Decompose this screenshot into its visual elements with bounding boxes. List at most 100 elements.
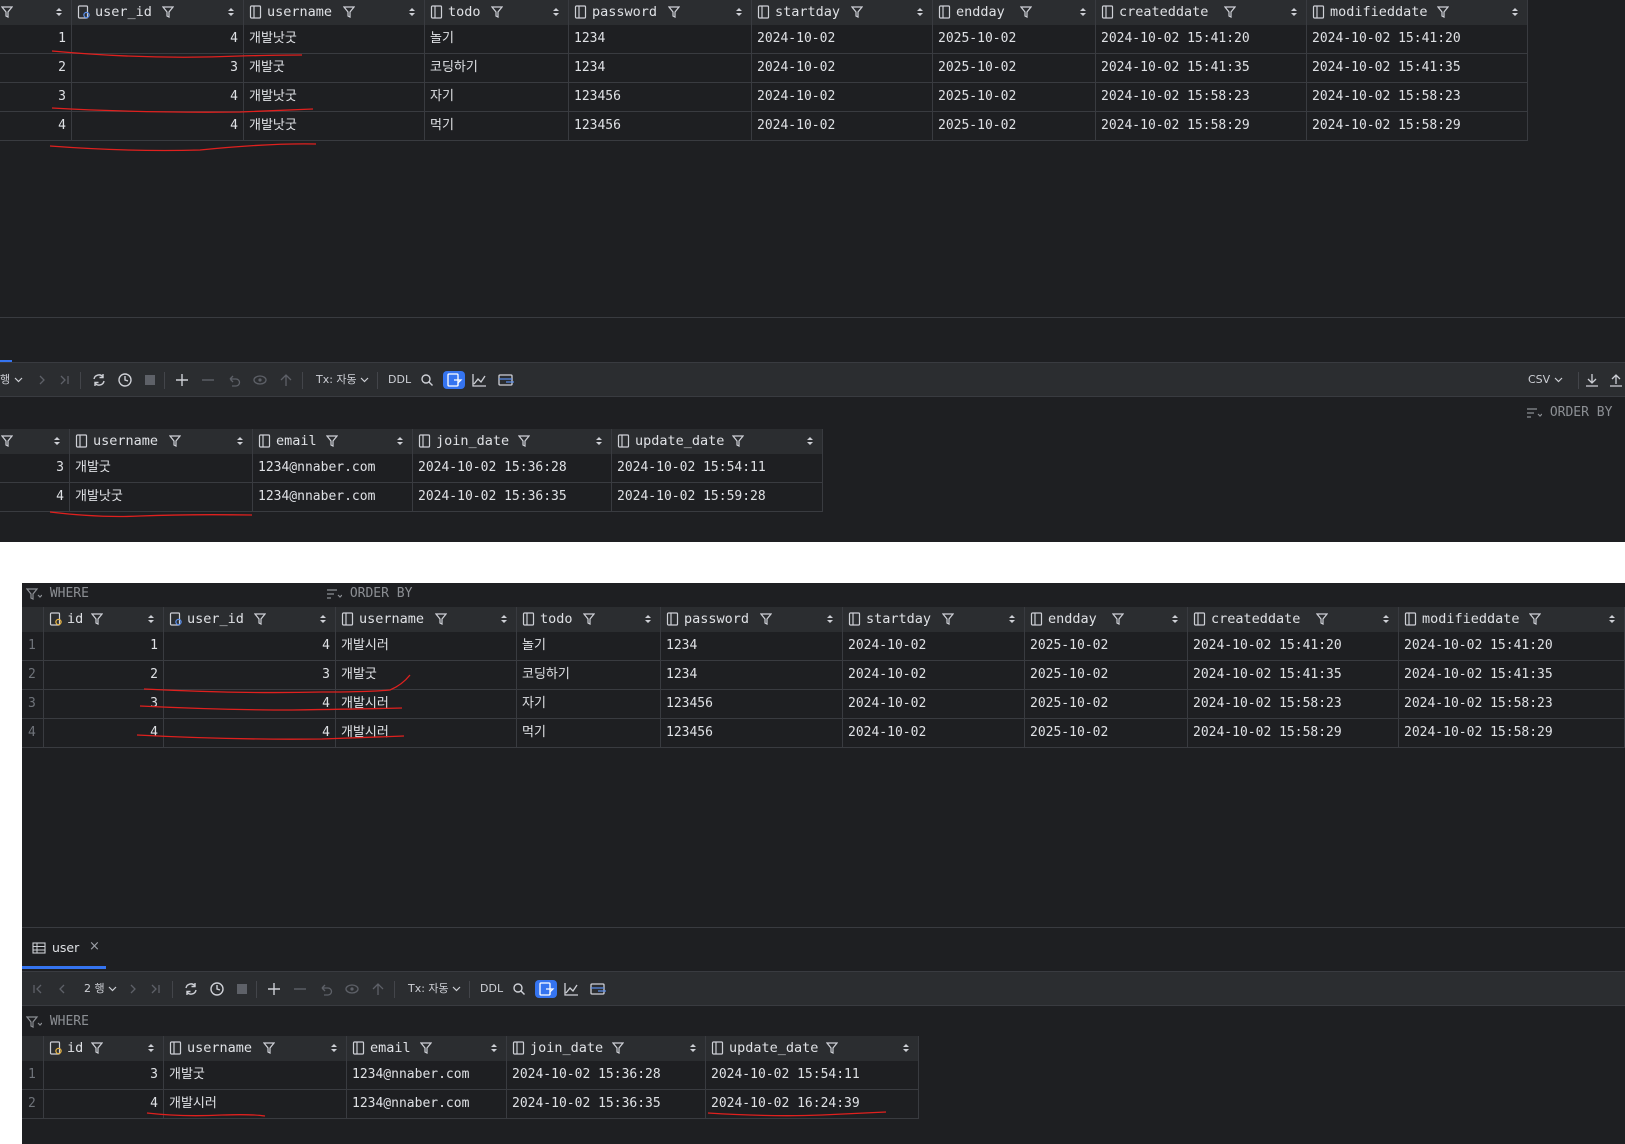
cell-todo[interactable]: 코딩하기 (425, 54, 569, 82)
column-header-username[interactable]: username (244, 0, 425, 25)
cell-password[interactable]: 123456 (569, 112, 752, 140)
column-header-update-date[interactable]: update_date (612, 429, 823, 454)
sort-icon[interactable] (735, 6, 743, 18)
column-header-startday[interactable]: startday (752, 0, 933, 25)
filter-icon[interactable] (91, 1041, 103, 1055)
cell-username[interactable]: 개발굿 (70, 454, 253, 482)
stop-icon[interactable] (142, 371, 158, 389)
cell-username[interactable]: 개발시러 (336, 690, 517, 718)
cell-endday[interactable]: 2025-10-02 (1025, 719, 1188, 747)
view-mode-icon[interactable] (589, 980, 607, 998)
cell-todo[interactable]: 코딩하기 (517, 661, 661, 689)
column-header-user-id[interactable]: user_id (72, 0, 244, 25)
filter-icon[interactable] (1437, 5, 1449, 19)
cell-password[interactable]: 123456 (661, 719, 843, 747)
cell-user-id[interactable]: 4 (72, 112, 244, 140)
filter-icon[interactable] (1224, 5, 1236, 19)
filter-icon[interactable] (91, 612, 103, 626)
cell-username[interactable]: 개발시러 (336, 632, 517, 660)
table-row[interactable]: 2 4 개발시러 1234@nnaber.com 2024-10-02 15:3… (22, 1090, 919, 1119)
cell-todo[interactable]: 먹기 (425, 112, 569, 140)
table-row[interactable]: 4 4 개발낫굿 먹기 123456 2024-10-02 2025-10-02… (0, 112, 1528, 141)
cell-user-id[interactable]: 4 (164, 690, 336, 718)
cell-update-date[interactable]: 2024-10-02 15:54:11 (706, 1061, 919, 1089)
sort-icon[interactable] (644, 613, 652, 625)
cell-username[interactable]: 개발시러 (164, 1090, 347, 1118)
previous-page-icon[interactable] (55, 980, 69, 998)
cell-startday[interactable]: 2024-10-02 (752, 83, 933, 111)
cell-startday[interactable]: 2024-10-02 (752, 112, 933, 140)
cell-createddate[interactable]: 2024-10-02 15:58:23 (1188, 690, 1399, 718)
cell-id[interactable]: 4 (0, 112, 72, 140)
column-header-modifieddate[interactable]: modifieddate (1399, 607, 1625, 632)
cell-createddate[interactable]: 2024-10-02 15:58:29 (1188, 719, 1399, 747)
cell-startday[interactable]: 2024-10-02 (843, 632, 1025, 660)
cell-modifieddate[interactable]: 2024-10-02 15:58:23 (1307, 83, 1528, 111)
filter-icon[interactable] (254, 612, 266, 626)
cell-endday[interactable]: 2025-10-02 (933, 54, 1096, 82)
search-icon[interactable] (419, 371, 435, 389)
page-size-dropdown[interactable]: 행 (0, 371, 23, 389)
filter-icon[interactable] (169, 434, 181, 448)
cell-id[interactable]: 3 (44, 1061, 164, 1089)
sort-icon[interactable] (916, 6, 924, 18)
table-row[interactable]: 2 2 3 개발굿 코딩하기 1234 2024-10-02 2025-10-0… (22, 661, 1625, 690)
chart-icon[interactable] (563, 980, 579, 998)
preview-icon[interactable] (344, 980, 360, 998)
filter-icon[interactable] (1316, 612, 1328, 626)
filter-icon[interactable] (612, 1041, 624, 1055)
cell-id[interactable]: 1 (0, 25, 72, 53)
table-row[interactable]: 3 3 4 개발시러 자기 123456 2024-10-02 2025-10-… (22, 690, 1625, 719)
cell-email[interactable]: 1234@nnaber.com (347, 1090, 507, 1118)
search-icon[interactable] (511, 980, 527, 998)
submit-icon[interactable] (370, 980, 386, 998)
column-header-join-date[interactable]: join_date (413, 429, 612, 454)
cell-todo[interactable]: 놀기 (517, 632, 661, 660)
sort-icon[interactable] (319, 613, 327, 625)
cell-username[interactable]: 개발낫굿 (244, 112, 425, 140)
upload-icon[interactable] (1608, 371, 1624, 389)
cell-update-date[interactable]: 2024-10-02 16:24:39 (706, 1090, 919, 1118)
history-icon[interactable] (208, 980, 226, 998)
sort-icon[interactable] (826, 613, 834, 625)
filter-icon[interactable] (435, 612, 447, 626)
column-header-modifieddate[interactable]: modifieddate (1307, 0, 1528, 25)
table-row[interactable]: 1 1 4 개발시러 놀기 1234 2024-10-02 2025-10-02… (22, 632, 1625, 661)
filter-icon[interactable] (491, 5, 503, 19)
filter-icon[interactable] (1, 434, 13, 448)
cell-password[interactable]: 1234 (569, 54, 752, 82)
view-mode-icon[interactable] (497, 371, 515, 389)
cell-modifieddate[interactable]: 2024-10-02 15:58:29 (1307, 112, 1528, 140)
filter-toggle-icon[interactable] (535, 980, 557, 998)
sort-icon[interactable] (689, 1042, 697, 1054)
cell-startday[interactable]: 2024-10-02 (843, 690, 1025, 718)
column-header-endday[interactable]: endday (933, 0, 1096, 25)
sort-icon[interactable] (396, 435, 404, 447)
filter-icon[interactable] (583, 612, 595, 626)
column-header-id[interactable] (0, 429, 70, 454)
cell-password[interactable]: 123456 (569, 83, 752, 111)
column-header-createddate[interactable]: createddate (1096, 0, 1307, 25)
where-filter[interactable]: WHERE (26, 1011, 89, 1033)
cell-user-id[interactable]: 4 (72, 25, 244, 53)
cell-todo[interactable]: 자기 (425, 83, 569, 111)
cell-id[interactable]: 4 (44, 719, 164, 747)
column-header-endday[interactable]: endday (1025, 607, 1188, 632)
cell-user-id[interactable]: 4 (164, 719, 336, 747)
revert-icon[interactable] (318, 980, 334, 998)
filter-icon[interactable] (942, 612, 954, 626)
close-icon[interactable]: × (89, 939, 100, 954)
column-header-username[interactable]: username (336, 607, 517, 632)
sort-icon[interactable] (330, 1042, 338, 1054)
cell-modifieddate[interactable]: 2024-10-02 15:58:23 (1399, 690, 1625, 718)
cell-createddate[interactable]: 2024-10-02 15:58:29 (1096, 112, 1307, 140)
cell-startday[interactable]: 2024-10-02 (843, 719, 1025, 747)
cell-id[interactable]: 4 (44, 1090, 164, 1118)
add-row-icon[interactable] (266, 980, 282, 998)
cell-endday[interactable]: 2025-10-02 (933, 83, 1096, 111)
cell-id[interactable]: 2 (0, 54, 72, 82)
column-header-createddate[interactable]: createddate (1188, 607, 1399, 632)
filter-icon[interactable] (518, 434, 530, 448)
cell-modifieddate[interactable]: 2024-10-02 15:41:20 (1399, 632, 1625, 660)
cell-todo[interactable]: 먹기 (517, 719, 661, 747)
